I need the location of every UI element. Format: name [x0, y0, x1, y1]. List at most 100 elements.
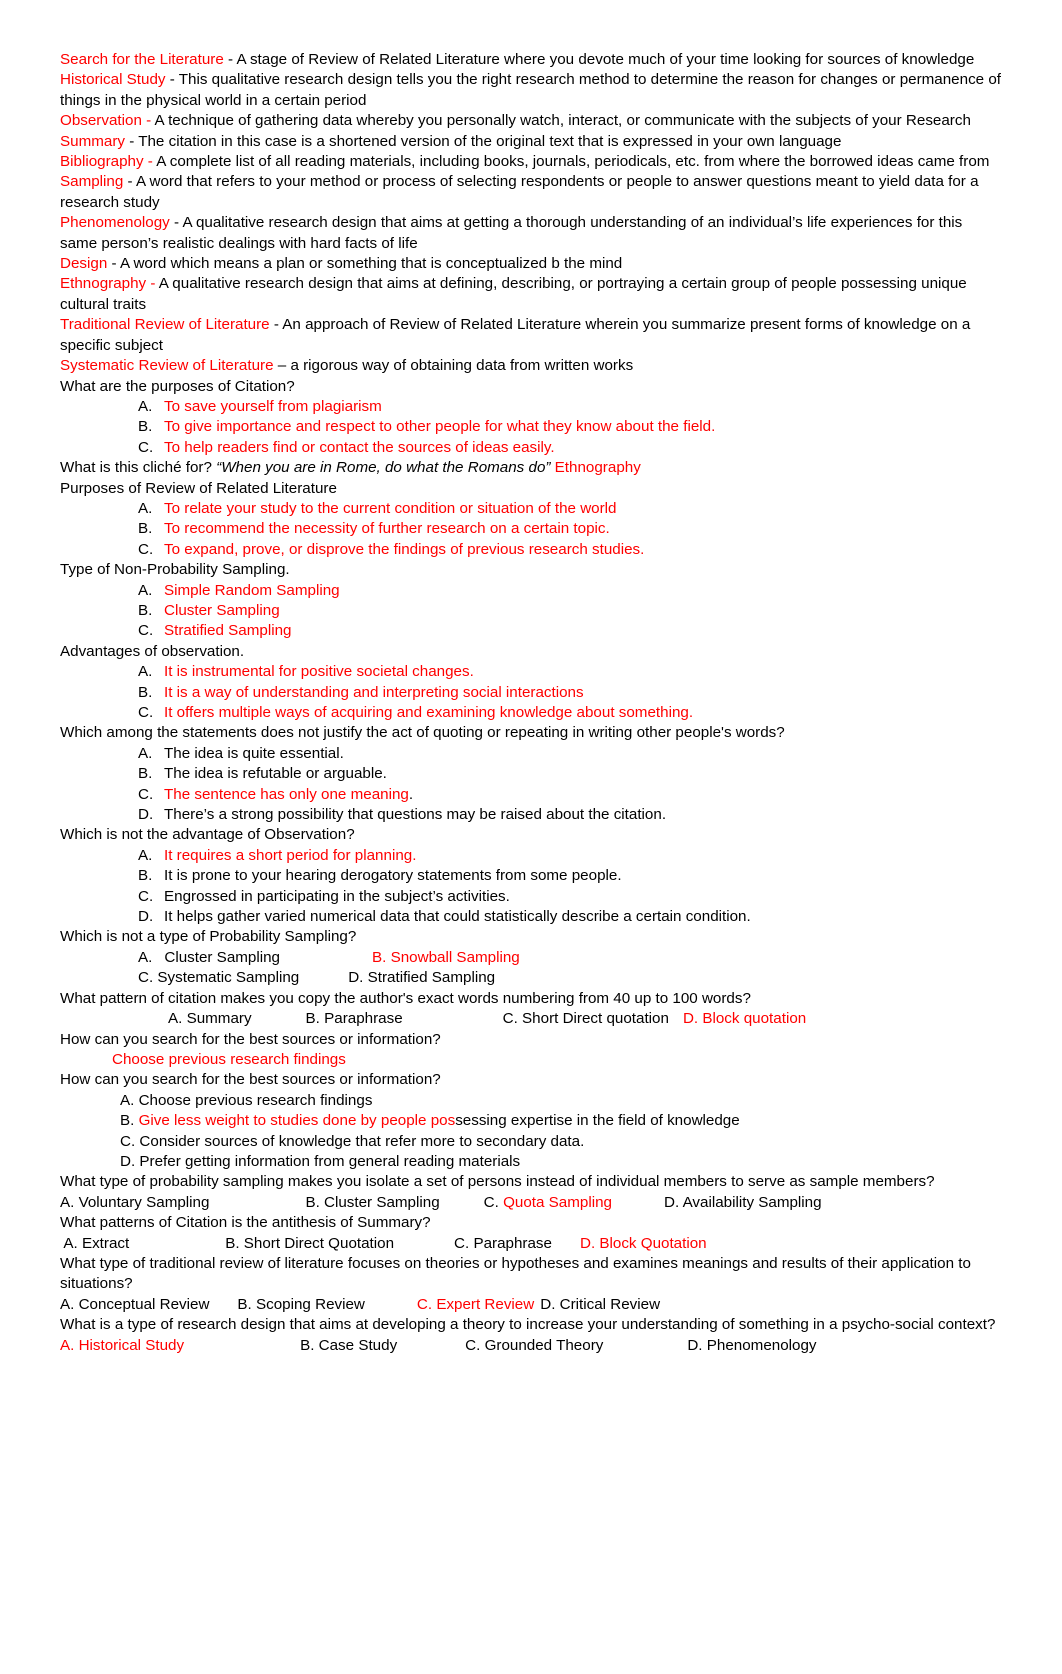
option-text: B. Case Study	[300, 1336, 398, 1354]
definition-item: Summary - The citation in this case is a…	[60, 132, 1002, 152]
question-block-isolate-set-of-persons: What type of probability sampling makes …	[60, 1172, 1002, 1213]
option-label: A.	[138, 499, 153, 517]
answer-text: Choose previous research findings	[112, 1050, 346, 1068]
option-text-highlighted: D. Block Quotation	[579, 1234, 707, 1252]
definition-text: - A stage of Review of Related Literatur…	[223, 51, 975, 68]
option-text-highlighted: Give less weight to studies done by peop…	[138, 1112, 456, 1130]
option-text: D. Phenomenology	[687, 1336, 817, 1354]
definition-text: A technique of gathering data whereby yo…	[151, 112, 971, 130]
option-text: A. Choose previous research findings	[120, 1091, 373, 1109]
option-label: C.	[138, 887, 154, 905]
question-block-quoting-justification: Which among the statements does not just…	[60, 723, 1002, 825]
option-grid-row: C. Systematic Sampling D. Stratified Samp…	[60, 968, 1002, 988]
option-row: B. To give importance and respect to othe…	[60, 417, 1002, 437]
definition-term: Ethnography -	[60, 275, 156, 293]
option-text: D. Prefer getting information from gener…	[120, 1152, 521, 1170]
definition-item: Design - A word which means a plan or so…	[60, 254, 1002, 274]
option-row: D. Prefer getting information from gener…	[60, 1152, 1002, 1172]
definition-item: Ethnography - A qualitative research des…	[60, 274, 1002, 315]
question-text: How can you search for the best sources …	[60, 1030, 441, 1048]
option-row: B. It is prone to your hearing derogatory…	[60, 866, 1002, 886]
option-text: To give importance and respect to other …	[164, 418, 716, 436]
option-row: B. Cluster Sampling	[60, 601, 1002, 621]
option-label: A.	[138, 948, 153, 966]
definition-term: Phenomenology	[60, 214, 170, 232]
definition-text: - A word that refers to your method or p…	[60, 173, 979, 211]
question-block-best-sources-options: How can you search for the best sources …	[60, 1070, 1002, 1172]
option-text: To recommend the necessity of further re…	[164, 520, 610, 538]
option-text: It is prone to your hearing derogatory s…	[164, 867, 622, 885]
option-grid-row: A. Voluntary Sampling B. Cluster Sampling…	[60, 1193, 1002, 1213]
option-label: C.	[138, 785, 154, 803]
option-text: It offers multiple ways of acquiring and…	[164, 704, 694, 721]
option-text: The idea is refutable or arguable.	[164, 765, 387, 783]
option-text-highlighted: B. Snowball Sampling	[372, 948, 520, 966]
definition-term: Observation -	[60, 112, 152, 130]
definition-item: Traditional Review of Literature - An ap…	[60, 315, 1002, 356]
question-block-non-probability-sampling: Type of Non-Probability Sampling. A. Simp…	[60, 560, 1002, 642]
option-text-highlighted: D. Block quotation	[682, 1010, 807, 1028]
option-label: C.	[138, 622, 154, 640]
option-label: B.	[138, 867, 153, 885]
option-label: B.	[138, 683, 153, 701]
option-text: sessing expertise in the field of knowle…	[455, 1112, 740, 1130]
option-text: To help readers find or contact the sour…	[164, 438, 555, 456]
definition-term: Bibliography -	[60, 153, 153, 171]
option-label: B.	[120, 1112, 139, 1130]
option-text: The idea is quite essential.	[164, 744, 344, 762]
option-text: To expand, prove, or disprove the findin…	[164, 540, 645, 558]
option-label: A.	[138, 397, 153, 415]
question-text: What patterns of Citation is the antithe…	[60, 1214, 431, 1232]
option-row: A. The idea is quite essential.	[60, 744, 1002, 764]
definition-term: Sampling	[60, 173, 124, 191]
option-text: It is instrumental for positive societal…	[164, 663, 474, 681]
option-text: Cluster Sampling	[164, 601, 280, 619]
option-row: A. It requires a short period for plannin…	[60, 846, 1002, 866]
option-text: C. Consider sources of knowledge that re…	[120, 1132, 585, 1150]
option-label: C.	[138, 438, 154, 456]
option-row: C. Consider sources of knowledge that re…	[60, 1132, 1002, 1152]
question-text: Which among the statements does not just…	[60, 724, 785, 742]
option-text: To save yourself from plagiarism	[164, 397, 382, 415]
option-label: B.	[138, 520, 153, 538]
option-row: A. To save yourself from plagiarism	[60, 397, 1002, 417]
definition-item: Historical Study - This qualitative rese…	[60, 70, 1002, 111]
definition-text: – a rigorous way of obtaining data from …	[273, 357, 634, 375]
option-row: A. It is instrumental for positive societ…	[60, 662, 1002, 682]
question-block-grounded-theory: What is a type of research design that a…	[60, 1315, 1002, 1356]
answer-text: Ethnography	[550, 459, 641, 477]
option-label: A.	[138, 744, 153, 762]
option-grid-row: A. Conceptual Review B. Scoping Review C. …	[60, 1295, 1002, 1315]
option-text: D. Critical Review	[540, 1295, 661, 1313]
definition-term: Historical Study	[60, 71, 166, 89]
option-text: D. Stratified Sampling	[348, 969, 496, 987]
question-text: Which is not a type of Probability Sampl…	[60, 928, 357, 946]
option-text-highlighted: A. Historical Study	[60, 1336, 185, 1354]
question-block-antithesis-of-summary: What patterns of Citation is the antithe…	[60, 1213, 1002, 1254]
option-text: A. Conceptual Review	[60, 1295, 210, 1313]
question-block-best-sources-short: How can you search for the best sources …	[60, 1030, 1002, 1071]
option-label: D.	[138, 806, 154, 824]
definition-term: Systematic Review of Literature	[60, 357, 274, 375]
definition-item: Observation - A technique of gathering d…	[60, 111, 1002, 131]
question-text: What are the purposes of Citation?	[60, 377, 295, 395]
quote-text: “When you are in Rome, do what the Roman…	[216, 459, 551, 477]
option-row: C. Engrossed in participating in the subj…	[60, 887, 1002, 907]
option-row: B. The idea is refutable or arguable.	[60, 764, 1002, 784]
option-row: C. To expand, prove, or disprove the find…	[60, 540, 1002, 560]
option-label: D.	[138, 908, 154, 926]
option-grid-row: A. Historical Study B. Case Study C. Groun…	[60, 1336, 1002, 1356]
option-text: Cluster Sampling	[164, 948, 281, 966]
option-text: D. Availability Sampling	[664, 1193, 822, 1211]
definition-text: A qualitative research design that aims …	[60, 275, 967, 313]
definition-text: - A qualitative research design that aim…	[60, 214, 963, 252]
option-text: A. Voluntary Sampling	[60, 1193, 210, 1211]
option-text: To relate your study to the current cond…	[164, 499, 617, 517]
question-text: What type of traditional review of liter…	[60, 1254, 971, 1293]
document-page: Search for the Literature - A stage of R…	[0, 0, 1062, 1674]
option-text: A. Summary	[168, 1010, 252, 1028]
option-text: It is a way of understanding and interpr…	[164, 683, 584, 701]
definition-text: A complete list of all reading materials…	[152, 153, 990, 171]
option-text-highlighted: C. Expert Review	[416, 1295, 535, 1313]
question-text: How can you search for the best sources …	[60, 1071, 441, 1089]
